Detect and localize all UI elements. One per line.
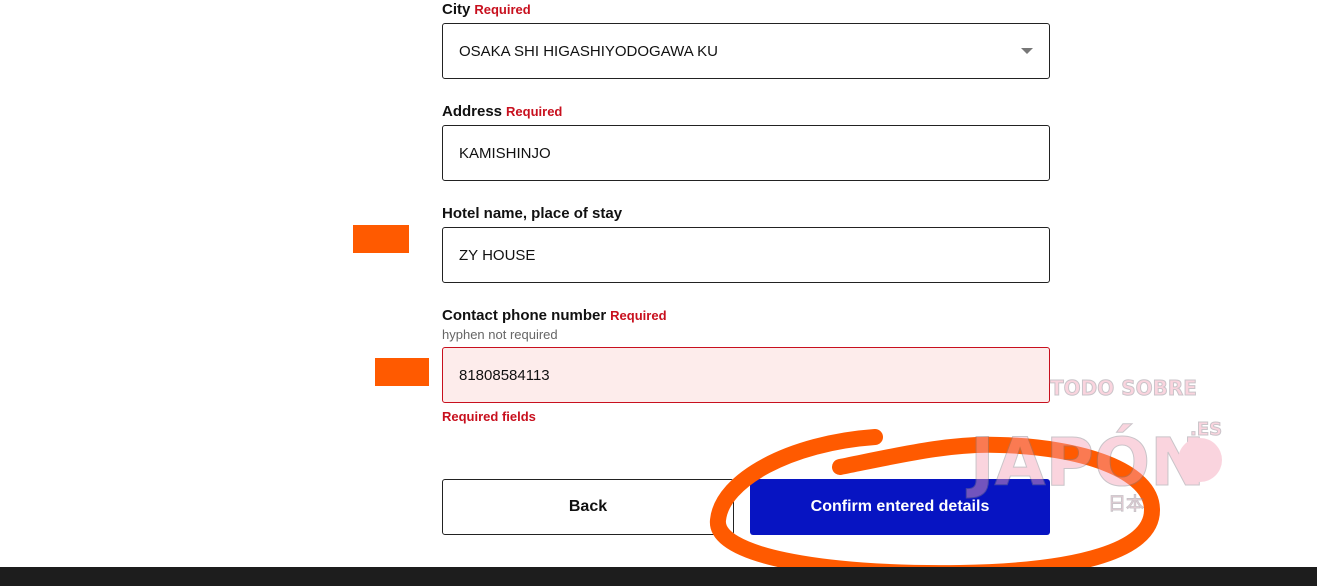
hotel-value: ZY HOUSE: [459, 246, 536, 264]
watermark-main-text: JAPÓN: [966, 424, 1205, 501]
phone-required-tag: Required: [610, 308, 667, 323]
footer-bar: [0, 567, 1317, 586]
hotel-input[interactable]: ZY HOUSE: [442, 227, 1050, 283]
city-select[interactable]: OSAKA SHI HIGASHIYODOGAWA KU: [442, 23, 1050, 79]
phone-label: Contact phone number Required: [442, 307, 667, 324]
address-value: KAMISHINJO: [459, 144, 551, 162]
annotation-marker-phone: [375, 358, 429, 386]
address-label: Address Required: [442, 103, 563, 120]
hotel-label: Hotel name, place of stay: [442, 205, 623, 222]
annotation-marker-hotel: [353, 225, 409, 253]
city-label: City Required: [442, 1, 531, 18]
city-value: OSAKA SHI HIGASHIYODOGAWA KU: [459, 42, 718, 60]
chevron-down-icon: [1021, 48, 1033, 54]
watermark-kanji-text: 日本: [1108, 494, 1144, 515]
address-required-tag: Required: [506, 104, 563, 119]
cat-mascot-icon: [1178, 438, 1222, 482]
back-button[interactable]: Back: [442, 479, 734, 535]
phone-hint: hyphen not required: [442, 327, 558, 342]
watermark-suffix-text: .ES: [1190, 419, 1222, 440]
watermark-logo: TODO SOBRE JAPÓN .ES 日本: [966, 376, 1223, 516]
phone-value: 81808584113: [459, 366, 550, 384]
phone-error-message: Required fields: [442, 409, 536, 424]
city-required-tag: Required: [474, 2, 531, 17]
address-input[interactable]: KAMISHINJO: [442, 125, 1050, 181]
watermark-top-text: TODO SOBRE: [1050, 376, 1197, 400]
